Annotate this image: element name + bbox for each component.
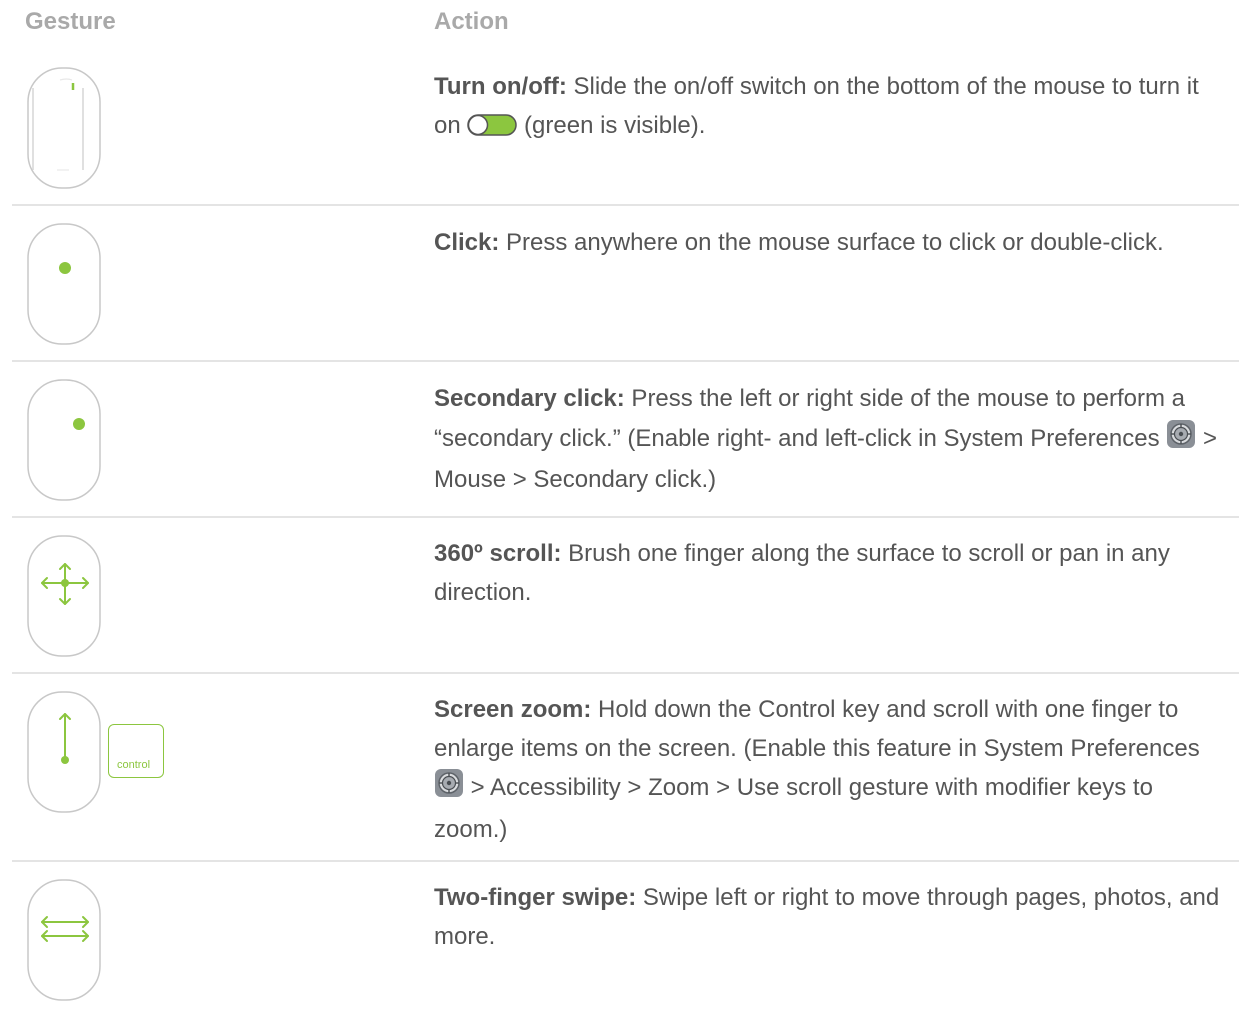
gesture-cell [26,878,186,1008]
action-cell: Two-finger swipe: Swipe left or right to… [434,879,1224,956]
action-cell: Click: Press anywhere on the mouse surfa… [434,224,1224,263]
gesture-row-secondary-click: Secondary click: Press the left or right… [0,362,1239,518]
gesture-term: Click: [434,229,500,256]
action-cell: 360º scroll: Brush one finger along the … [434,535,1224,612]
gesture-row-click: Click: Press anywhere on the mouse surfa… [0,206,1239,362]
gesture-term: Turn on/off: [434,73,567,100]
action-cell: Secondary click: Press the left or right… [434,380,1224,500]
gesture-cell [26,378,186,508]
gesture-row-360-scroll: 360º scroll: Brush one finger along the … [0,518,1239,674]
gesture-term: Secondary click: [434,385,625,412]
action-cell: Screen zoom: Hold down the Control key a… [434,691,1224,849]
gesture-row-turn-on-off: Turn on/off: Slide the on/off switch on … [0,48,1239,206]
mouse-click-icon [27,223,101,345]
gesture-description: Press anywhere on the mouse surface to c… [499,229,1164,256]
gesture-description-end: > Accessibility > Zoom > Use scroll gest… [434,774,1153,843]
system-preferences-icon [434,768,464,811]
gesture-term: 360º scroll: [434,540,562,567]
gesture-cell [26,222,186,352]
mouse-secondary-click-icon [27,379,101,501]
table-header: Gesture Action [0,0,1239,48]
gesture-column-header: Gesture [25,8,116,35]
control-key-icon: control [108,724,164,778]
action-cell: Turn on/off: Slide the on/off switch on … [434,68,1224,148]
gesture-description-end: (green is visible). [517,111,706,139]
mouse-swipe-icon [27,879,101,1001]
gesture-term: Two-finger swipe: [434,884,637,911]
mouse-scroll-icon [27,535,101,657]
gesture-cell [26,534,186,664]
mouse-top-side-icon [27,67,101,189]
gesture-cell: control [26,690,186,820]
control-key-label: control [117,759,151,771]
system-preferences-icon [1166,419,1196,462]
mouse-zoom-icon [27,691,101,813]
gesture-cell [26,66,186,196]
gesture-row-screen-zoom: control Screen zoom: Hold down the Contr… [0,674,1239,862]
green-toggle-switch-icon [467,110,518,149]
gesture-term: Screen zoom: [434,696,592,723]
action-column-header: Action [434,8,509,35]
gesture-row-two-finger-swipe: Two-finger swipe: Swipe left or right to… [0,862,1239,1011]
